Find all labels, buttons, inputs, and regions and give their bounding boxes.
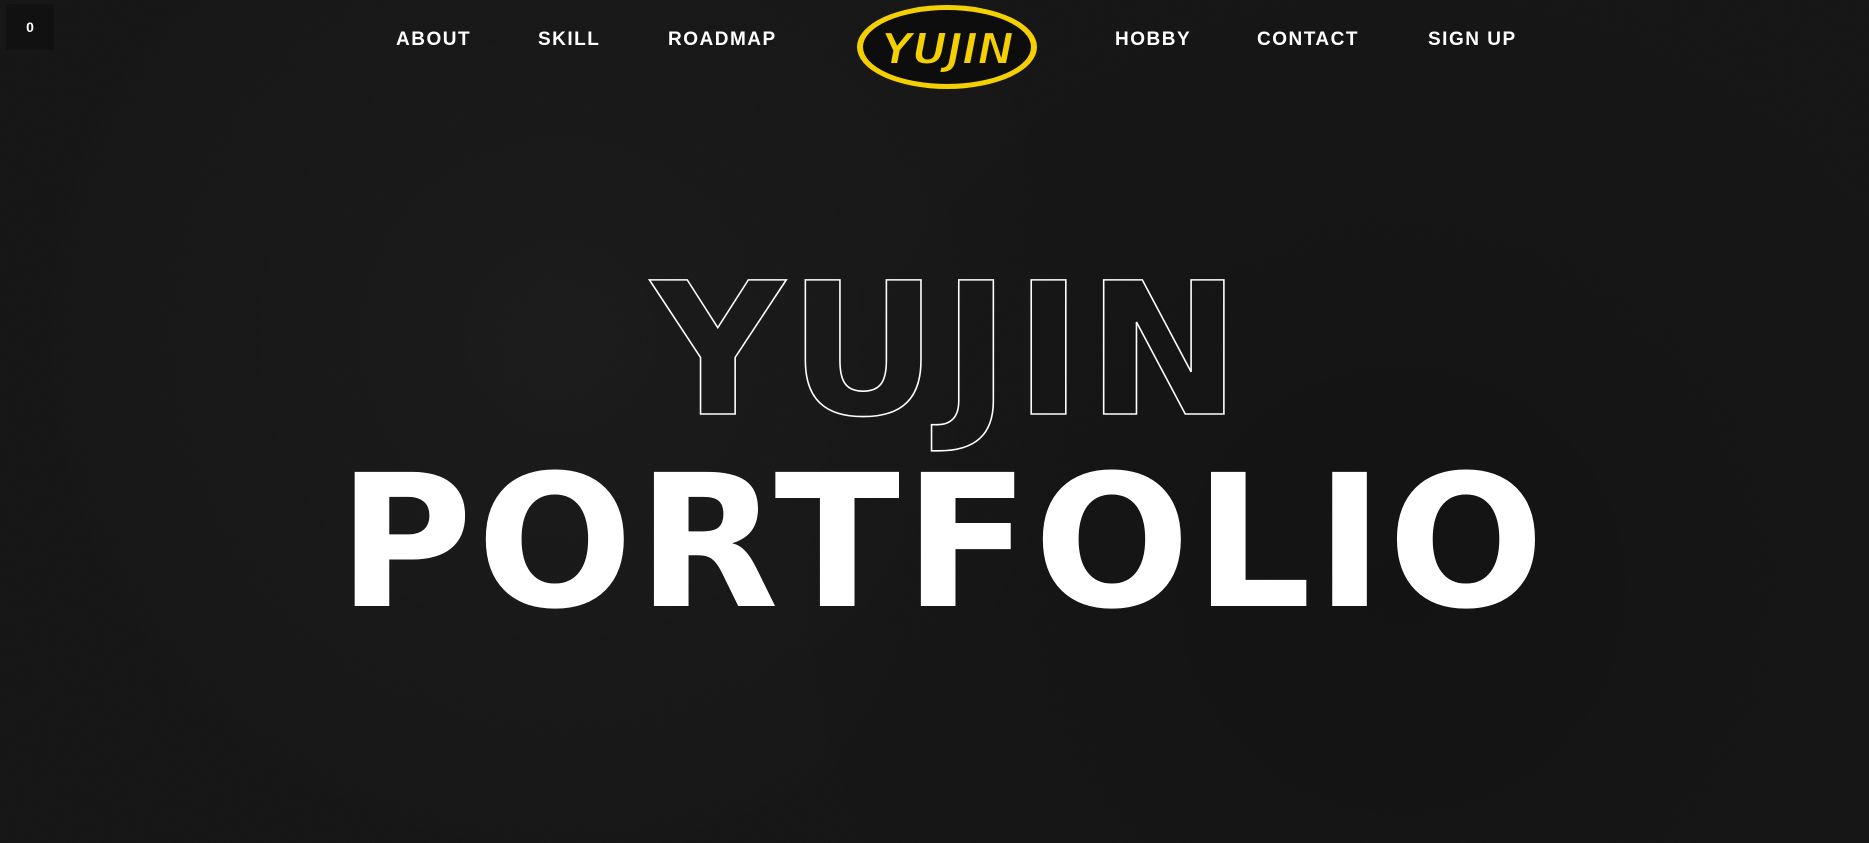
hero-section: YUJIN PORTFOLIO	[0, 0, 1869, 843]
hero-outline-title: YUJIN	[649, 244, 1245, 458]
nav-signup-link[interactable]: SIGN UP	[1428, 28, 1517, 52]
logo-text: YUJIN	[881, 24, 1013, 75]
main-navigation: ABOUT SKILL ROADMAP YUJIN HOBBY CONTACT …	[0, 0, 1869, 90]
nav-roadmap-link[interactable]: ROADMAP	[668, 28, 777, 52]
nav-contact-link[interactable]: CONTACT	[1257, 28, 1359, 52]
hero-main-title: PORTFOLIO	[338, 436, 1548, 650]
nav-skill-link[interactable]: SKILL	[538, 28, 600, 52]
yujin-logo[interactable]: YUJIN	[854, 3, 1040, 91]
nav-hobby-link[interactable]: HOBBY	[1115, 28, 1191, 52]
nav-about-link[interactable]: ABOUT	[396, 28, 471, 52]
background-texture	[0, 0, 1869, 843]
